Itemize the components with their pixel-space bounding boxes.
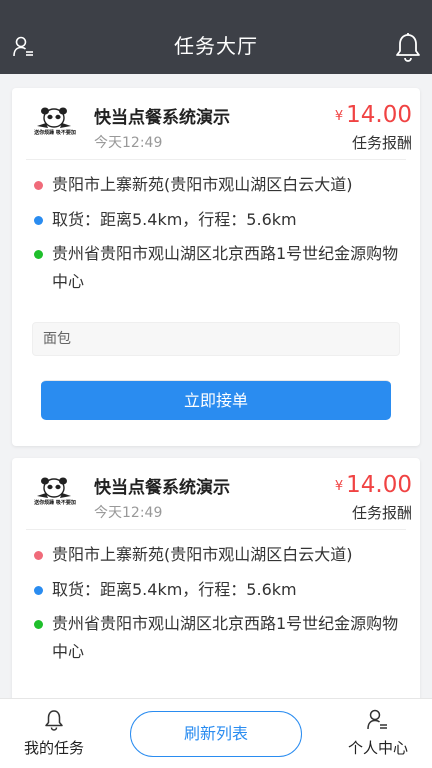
order-time: 今天12:49 [94,505,163,521]
shop-logo-icon: 送你烦躁 吸不要加 [34,476,76,514]
shop-logo-icon: 送你烦躁 吸不要加 [34,106,76,144]
logo-caption: 送你烦躁 吸不要加 [34,500,76,506]
distance-dot-icon [34,586,43,595]
bottom-tab-bar: 我的任务 刷新列表 个人中心 [0,698,432,768]
price: ¥14.00 [335,102,412,128]
user-list-icon [367,709,389,731]
refresh-list-button[interactable]: 刷新列表 [130,711,302,757]
pickup-address: 贵阳市上寨新苑(贵阳市观山湖区白云大道) [26,171,406,199]
order-time: 今天12:49 [94,135,163,151]
task-list[interactable]: 送你烦躁 吸不要加 快当点餐系统演示 今天12:49 ¥14.00 任务报酬 贵… [0,74,432,698]
dropoff-dot-icon [34,620,43,629]
price: ¥14.00 [335,472,412,498]
distance-info: 取货：距离5.4km，行程：5.6km [26,576,406,604]
dropoff-dot-icon [34,250,43,259]
bell-icon[interactable] [395,32,421,62]
distance-dot-icon [34,216,43,225]
route-info: 贵阳市上寨新苑(贵阳市观山湖区白云大道) 取货：距离5.4km，行程：5.6km… [26,160,406,296]
app-header: 任务大厅 [0,0,432,74]
task-card: 送你烦躁 吸不要加 快当点餐系统演示 今天12:49 ¥14.00 任务报酬 贵… [12,458,420,698]
price-value: 14.00 [346,102,412,128]
shop-name: 快当点餐系统演示 [94,108,230,128]
price-value: 14.00 [346,472,412,498]
tab-my-tasks-label: 我的任务 [23,739,84,757]
currency-symbol: ¥ [334,109,344,124]
distance-text: 取货：距离5.4km，行程：5.6km [52,210,297,229]
shop-name: 快当点餐系统演示 [94,478,230,498]
tab-my-tasks[interactable]: 我的任务 [14,709,94,758]
bell-icon [43,709,65,731]
order-note: 面包 [32,322,400,356]
route-info: 贵阳市上寨新苑(贵阳市观山湖区白云大道) 取货：距离5.4km，行程：5.6km… [26,530,406,666]
dropoff-address: 贵州省贵阳市观山湖区北京西路1号世纪金源购物中心 [26,240,406,296]
dropoff-address: 贵州省贵阳市观山湖区北京西路1号世纪金源购物中心 [26,610,406,666]
accept-order-button[interactable]: 立即接单 [41,380,391,420]
pickup-text: 贵阳市上寨新苑(贵阳市观山湖区白云大道) [52,545,353,564]
pickup-address: 贵阳市上寨新苑(贵阳市观山湖区白云大道) [26,541,406,569]
task-card: 送你烦躁 吸不要加 快当点餐系统演示 今天12:49 ¥14.00 任务报酬 贵… [12,88,420,446]
dropoff-text: 贵州省贵阳市观山湖区北京西路1号世纪金源购物中心 [52,614,399,661]
page-title: 任务大厅 [174,34,258,58]
tab-profile-label: 个人中心 [347,739,408,757]
dropoff-text: 贵州省贵阳市观山湖区北京西路1号世纪金源购物中心 [52,244,399,291]
reward-label: 任务报酬 [351,504,412,522]
reward-label: 任务报酬 [351,134,412,152]
pickup-text: 贵阳市上寨新苑(贵阳市观山湖区白云大道) [52,175,353,194]
logo-caption: 送你烦躁 吸不要加 [34,130,76,136]
distance-text: 取货：距离5.4km，行程：5.6km [52,580,297,599]
pickup-dot-icon [34,551,43,560]
tab-profile[interactable]: 个人中心 [338,709,418,758]
distance-info: 取货：距离5.4km，行程：5.6km [26,206,406,234]
pickup-dot-icon [34,181,43,190]
currency-symbol: ¥ [334,479,344,494]
